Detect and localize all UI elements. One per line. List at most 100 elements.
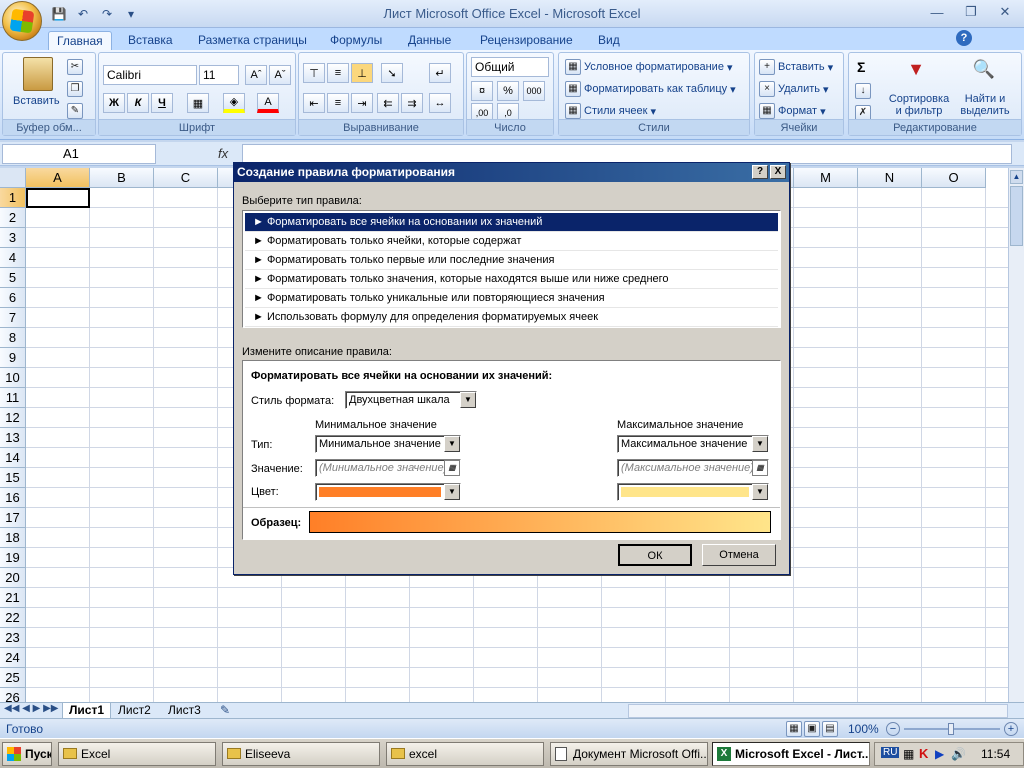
min-type-dropdown[interactable]: Минимальное значение ▼ — [315, 435, 461, 453]
taskbar-item-eliseeva[interactable]: Eliseeva — [222, 742, 380, 766]
taskbar-item-word-doc[interactable]: Документ Microsoft Offi... — [550, 742, 708, 766]
cell-styles-button[interactable]: ▦ Стили ячеек ▾ — [565, 103, 656, 119]
format-painter-icon[interactable]: ✎ — [67, 103, 83, 119]
customize-qat-icon[interactable]: ▾ — [120, 4, 142, 24]
dialog-close-button[interactable]: X — [770, 165, 786, 179]
ok-button[interactable]: ОК — [618, 544, 692, 566]
office-button[interactable] — [2, 1, 42, 41]
row-header[interactable]: 6 — [0, 288, 26, 308]
column-header[interactable]: M — [794, 168, 858, 188]
decrease-indent-icon[interactable]: ⇇ — [377, 93, 399, 113]
antivirus-icon[interactable]: K — [919, 746, 928, 761]
zoom-in-icon[interactable]: + — [1004, 722, 1018, 736]
tab-review[interactable]: Рецензирование — [472, 31, 581, 50]
insert-function-icon[interactable]: fx — [218, 144, 238, 164]
column-header[interactable]: N — [858, 168, 922, 188]
cancel-button[interactable]: Отмена — [702, 544, 776, 566]
align-bottom-icon[interactable]: ⊥ — [351, 63, 373, 83]
column-header[interactable]: C — [154, 168, 218, 188]
page-layout-view-icon[interactable]: ▣ — [804, 721, 820, 737]
max-color-picker[interactable]: ▼ — [617, 483, 769, 501]
cut-icon[interactable]: ✂ — [67, 59, 83, 75]
range-select-icon[interactable]: ▦ — [444, 460, 460, 476]
rule-type-item[interactable]: ► Форматировать все ячейки на основании … — [245, 213, 778, 232]
formula-input[interactable] — [242, 144, 1012, 164]
dialog-help-button[interactable]: ? — [752, 165, 768, 179]
sort-filter-icon[interactable]: ▼ — [901, 59, 931, 87]
volume-icon[interactable]: 🔊 — [951, 747, 966, 761]
zoom-slider[interactable]: − + — [886, 722, 1018, 736]
rule-type-item[interactable]: ► Форматировать только ячейки, которые с… — [245, 232, 778, 251]
column-header[interactable]: B — [90, 168, 154, 188]
tab-home[interactable]: Главная — [48, 31, 112, 50]
row-header[interactable]: 19 — [0, 548, 26, 568]
row-header[interactable]: 5 — [0, 268, 26, 288]
merge-center-icon[interactable]: ↔ — [429, 93, 451, 113]
row-header[interactable]: 2 — [0, 208, 26, 228]
sheet-tab-1[interactable]: Лист1 — [62, 703, 112, 719]
row-header[interactable]: 4 — [0, 248, 26, 268]
row-header[interactable]: 13 — [0, 428, 26, 448]
row-header[interactable]: 1 — [0, 188, 26, 208]
start-button[interactable]: Пуск — [2, 742, 52, 766]
row-header[interactable]: 25 — [0, 668, 26, 688]
zoom-thumb[interactable] — [948, 723, 954, 735]
sheet-tab-3[interactable]: Лист3 — [162, 703, 207, 719]
underline-button[interactable]: Ч — [151, 93, 173, 113]
horizontal-scrollbar[interactable] — [628, 704, 1008, 718]
sheet-tab-2[interactable]: Лист2 — [112, 703, 157, 719]
shrink-font-icon[interactable]: Aˇ — [269, 65, 291, 85]
row-header[interactable]: 15 — [0, 468, 26, 488]
tab-formulas[interactable]: Формулы — [322, 31, 390, 50]
bold-button[interactable]: Ж — [103, 93, 125, 113]
language-indicator[interactable]: RU — [881, 747, 900, 758]
row-header[interactable]: 17 — [0, 508, 26, 528]
zoom-level[interactable]: 100% — [848, 722, 879, 736]
name-box[interactable]: A1 — [2, 144, 156, 164]
find-select-button[interactable]: Найти и выделить — [955, 93, 1015, 117]
save-icon[interactable]: 💾 — [48, 4, 70, 24]
delete-cells-button[interactable]: × Удалить ▾ — [759, 81, 829, 97]
max-value-input[interactable]: (Максимальное значение) ▦ — [617, 459, 769, 477]
orientation-icon[interactable]: ➘ — [381, 63, 403, 83]
align-middle-icon[interactable]: ≡ — [327, 63, 349, 83]
normal-view-icon[interactable]: ▦ — [786, 721, 802, 737]
italic-button[interactable]: К — [127, 93, 149, 113]
format-style-dropdown[interactable]: Двухцветная шкала ▼ — [345, 391, 477, 409]
row-header[interactable]: 10 — [0, 368, 26, 388]
fill-icon[interactable]: ↓ — [855, 83, 871, 99]
taskbar-item-excel-lower[interactable]: excel — [386, 742, 544, 766]
fill-color-icon[interactable]: ◈ — [223, 93, 245, 113]
align-top-icon[interactable]: ⊤ — [303, 63, 325, 83]
sheet-nav-icon[interactable]: ◀◀ ◀ ▶ ▶▶ — [4, 703, 58, 714]
row-header[interactable]: 8 — [0, 328, 26, 348]
redo-icon[interactable]: ↷ — [96, 4, 118, 24]
number-format-dropdown[interactable]: Общий — [471, 57, 549, 77]
sort-filter-button[interactable]: Сортировка и фильтр — [885, 93, 953, 117]
tab-view[interactable]: Вид — [590, 31, 628, 50]
max-type-dropdown[interactable]: Максимальное значение ▼ — [617, 435, 769, 453]
tab-insert[interactable]: Вставка — [120, 31, 181, 50]
row-header[interactable]: 11 — [0, 388, 26, 408]
increase-indent-icon[interactable]: ⇉ — [401, 93, 423, 113]
active-cell[interactable] — [26, 188, 90, 208]
align-left-icon[interactable]: ⇤ — [303, 93, 325, 113]
row-header[interactable]: 12 — [0, 408, 26, 428]
restore-button[interactable]: ❐ — [954, 2, 988, 22]
paste-icon[interactable] — [23, 57, 53, 91]
min-color-picker[interactable]: ▼ — [315, 483, 461, 501]
tab-page-layout[interactable]: Разметка страницы — [190, 31, 315, 50]
undo-icon[interactable]: ↶ — [72, 4, 94, 24]
font-size-dropdown[interactable]: 11 — [199, 65, 239, 85]
row-header[interactable]: 18 — [0, 528, 26, 548]
row-header[interactable]: 22 — [0, 608, 26, 628]
comma-icon[interactable]: 000 — [523, 81, 545, 101]
format-cells-button[interactable]: ▦ Формат ▾ — [759, 103, 826, 119]
vertical-scroll-thumb[interactable] — [1010, 186, 1023, 246]
close-button[interactable]: ✕ — [988, 2, 1022, 22]
format-as-table-button[interactable]: ▦ Форматировать как таблицу ▾ — [565, 81, 736, 97]
conditional-formatting-button[interactable]: ▦ Условное форматирование ▾ — [565, 59, 732, 75]
scroll-up-icon[interactable]: ▲ — [1010, 170, 1023, 184]
minimize-button[interactable]: — — [920, 2, 954, 22]
zoom-out-icon[interactable]: − — [886, 722, 900, 736]
